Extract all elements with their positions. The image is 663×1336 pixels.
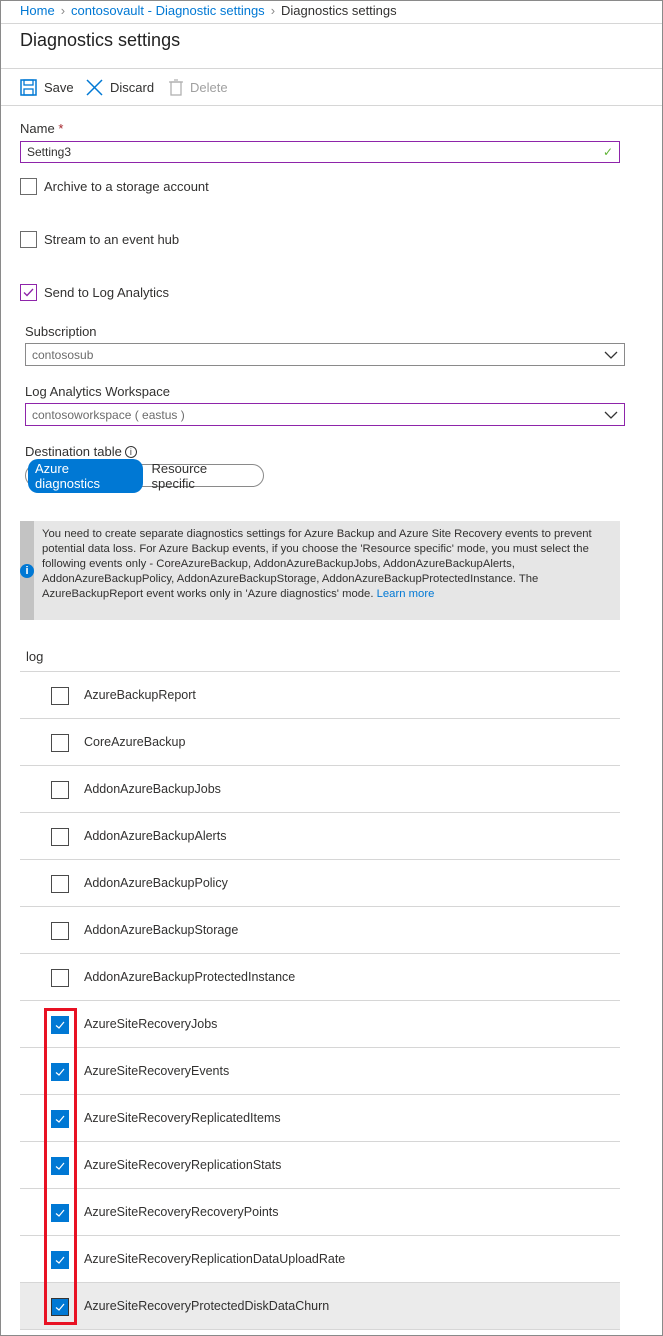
- checkbox-checked-icon[interactable]: [51, 1110, 69, 1128]
- log-row-label: AzureSiteRecoveryRecoveryPoints: [84, 1205, 279, 1219]
- destination-label-text: Destination table: [25, 444, 122, 459]
- option-azure-diagnostics[interactable]: Azure diagnostics: [28, 458, 143, 493]
- required-mark: *: [58, 121, 64, 136]
- log-row-label: AzureSiteRecoveryReplicationDataUploadRa…: [84, 1252, 346, 1266]
- log-row-label: CoreAzureBackup: [84, 735, 186, 749]
- archive-checkbox[interactable]: Archive to a storage account: [20, 178, 209, 195]
- checkbox-icon[interactable]: [51, 687, 69, 705]
- divider: [1, 68, 662, 69]
- check-icon: ✓: [602, 145, 613, 159]
- trash-icon: [169, 79, 183, 96]
- workspace-select[interactable]: contosoworkspace ( eastus ): [25, 403, 625, 426]
- log-row[interactable]: AddonAzureBackupAlerts: [20, 813, 620, 860]
- save-label: Save: [44, 80, 74, 95]
- info-text: You need to create separate diagnostics …: [42, 528, 592, 600]
- option-resource-specific[interactable]: Resource specific: [143, 459, 262, 493]
- breadcrumb-vault[interactable]: contosovault - Diagnostic settings: [71, 3, 265, 18]
- info-icon: i: [20, 563, 34, 578]
- log-row-label: AzureSiteRecoveryJobs: [84, 1017, 218, 1031]
- log-row[interactable]: AzureSiteRecoveryReplicationStats: [20, 1142, 620, 1189]
- log-row[interactable]: AzureSiteRecoveryProtectedDiskDataChurn: [20, 1283, 620, 1330]
- delete-button[interactable]: Delete: [169, 79, 228, 96]
- checkbox-icon: [20, 178, 37, 195]
- close-icon: [86, 79, 103, 96]
- page-title: Diagnostics settings: [20, 30, 181, 50]
- workspace-label: Log Analytics Workspace: [25, 384, 170, 399]
- log-header: log: [26, 649, 44, 664]
- chevron-down-icon: [604, 411, 618, 419]
- log-row-label: AddonAzureBackupStorage: [84, 923, 239, 937]
- chevron-right-icon: ›: [60, 3, 66, 18]
- log-analytics-label: Send to Log Analytics: [44, 285, 170, 300]
- archive-label: Archive to a storage account: [44, 179, 209, 194]
- log-row-label: AzureSiteRecoveryReplicatedItems: [84, 1111, 281, 1125]
- save-button[interactable]: Save: [20, 79, 74, 96]
- divider: [1, 105, 662, 106]
- log-row-label: AddonAzureBackupPolicy: [84, 876, 228, 890]
- chevron-down-icon: [604, 351, 618, 359]
- divider: [1, 23, 662, 24]
- log-row-label: AzureSiteRecoveryProtectedDiskDataChurn: [84, 1299, 330, 1313]
- log-row[interactable]: AddonAzureBackupProtectedInstance: [20, 954, 620, 1001]
- checkbox-checked-icon[interactable]: [51, 1204, 69, 1222]
- log-row[interactable]: AddonAzureBackupJobs: [20, 766, 620, 813]
- log-analytics-checkbox[interactable]: Send to Log Analytics: [20, 284, 169, 301]
- name-value: Setting3: [27, 145, 72, 159]
- log-row[interactable]: AzureSiteRecoveryJobs: [20, 1001, 620, 1048]
- chevron-right-icon: ›: [270, 3, 276, 18]
- checkbox-icon[interactable]: [51, 875, 69, 893]
- name-input[interactable]: Setting3 ✓: [20, 141, 620, 163]
- checkbox-icon[interactable]: [51, 734, 69, 752]
- checkbox-icon[interactable]: [51, 781, 69, 799]
- checkbox-icon[interactable]: [51, 828, 69, 846]
- destination-label: Destination table i: [25, 444, 137, 459]
- subscription-value: contososub: [32, 347, 94, 362]
- checkbox-checked-icon: [20, 284, 37, 301]
- log-row-label: AzureSiteRecoveryReplicationStats: [84, 1158, 282, 1172]
- workspace-value: contosoworkspace ( eastus ): [32, 407, 185, 422]
- info-icon[interactable]: i: [124, 445, 137, 458]
- log-row[interactable]: AddonAzureBackupPolicy: [20, 860, 620, 907]
- log-row-label: AzureBackupReport: [84, 688, 196, 702]
- checkbox-icon[interactable]: [51, 922, 69, 940]
- subscription-select[interactable]: contososub: [25, 343, 625, 366]
- breadcrumb-home[interactable]: Home: [20, 3, 55, 18]
- subscription-label: Subscription: [25, 324, 97, 339]
- discard-button[interactable]: Discard: [86, 79, 154, 96]
- stream-checkbox[interactable]: Stream to an event hub: [20, 231, 179, 248]
- log-row-label: AddonAzureBackupProtectedInstance: [84, 970, 296, 984]
- checkbox-checked-icon[interactable]: [51, 1298, 69, 1316]
- log-row[interactable]: CoreAzureBackup: [20, 719, 620, 766]
- delete-label: Delete: [190, 80, 228, 95]
- breadcrumb: Home › contosovault - Diagnostic setting…: [20, 3, 397, 18]
- name-label-text: Name: [20, 121, 55, 136]
- log-row[interactable]: AzureSiteRecoveryReplicatedItems: [20, 1095, 620, 1142]
- checkbox-checked-icon[interactable]: [51, 1157, 69, 1175]
- log-row[interactable]: AddonAzureBackupStorage: [20, 907, 620, 954]
- log-row-label: AddonAzureBackupJobs: [84, 782, 221, 796]
- name-label: Name *: [20, 121, 63, 136]
- checkbox-checked-icon[interactable]: [51, 1251, 69, 1269]
- log-row[interactable]: AzureSiteRecoveryReplicationDataUploadRa…: [20, 1236, 620, 1283]
- checkbox-icon: [20, 231, 37, 248]
- checkbox-checked-icon[interactable]: [51, 1063, 69, 1081]
- stream-label: Stream to an event hub: [44, 232, 180, 247]
- learn-more-link[interactable]: Learn more: [377, 588, 435, 600]
- log-row-label: AzureSiteRecoveryEvents: [84, 1064, 230, 1078]
- checkbox-checked-icon[interactable]: [51, 1016, 69, 1034]
- checkbox-icon[interactable]: [51, 969, 69, 987]
- info-banner: i You need to create separate diagnostic…: [20, 521, 620, 620]
- destination-toggle: Azure diagnostics Resource specific: [25, 458, 264, 493]
- discard-label: Discard: [110, 80, 155, 95]
- save-icon: [20, 79, 37, 96]
- log-row[interactable]: AzureBackupReport: [20, 672, 620, 719]
- log-row[interactable]: AzureSiteRecoveryEvents: [20, 1048, 620, 1095]
- log-row-label: AddonAzureBackupAlerts: [84, 829, 227, 843]
- log-row[interactable]: AzureSiteRecoveryRecoveryPoints: [20, 1189, 620, 1236]
- breadcrumb-current: Diagnostics settings: [281, 3, 397, 18]
